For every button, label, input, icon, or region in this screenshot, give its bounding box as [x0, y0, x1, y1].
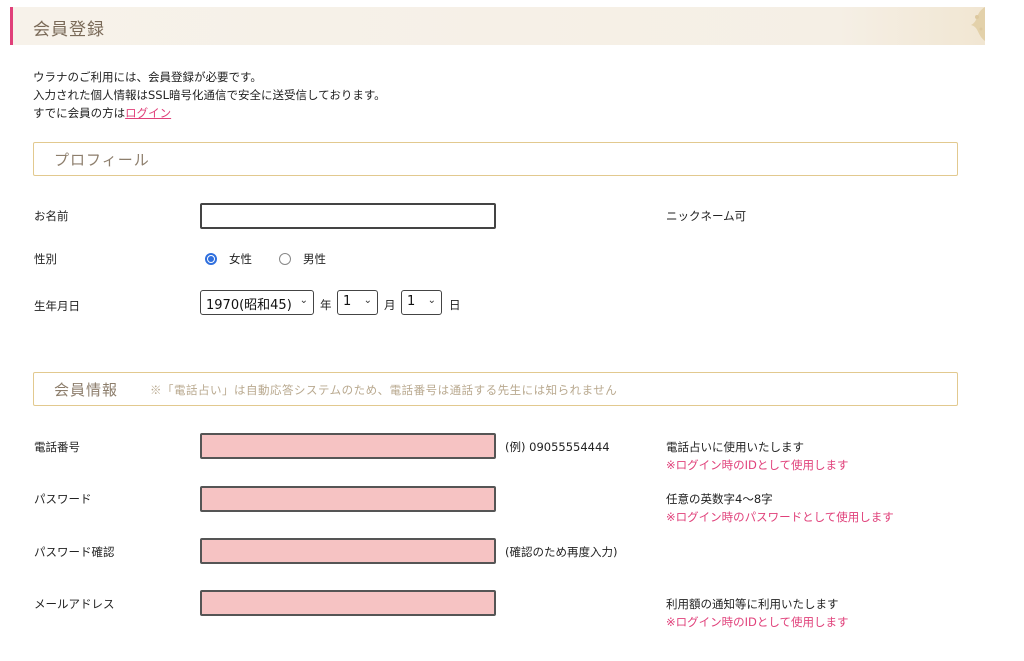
- password-confirm-label: パスワード確認: [34, 545, 115, 559]
- email-note: 利用額の通知等に利用いたします ※ログイン時のIDとして使用します: [666, 595, 849, 631]
- email-note-main: 利用額の通知等に利用いたします: [666, 597, 839, 611]
- year-unit: 年: [320, 298, 332, 312]
- phone-input[interactable]: [200, 433, 496, 459]
- name-input[interactable]: [200, 203, 496, 229]
- phone-note-main: 電話占いに使用いたします: [666, 440, 804, 454]
- birth-month-select[interactable]: 1 ⌄: [337, 290, 378, 315]
- intro-line-1: ウラナのご利用には、会員登録が必要です。: [33, 70, 262, 84]
- birth-day-select[interactable]: 1 ⌄: [401, 290, 442, 315]
- password-note-pink: ※ログイン時のパスワードとして使用します: [666, 510, 894, 524]
- password-label: パスワード: [34, 492, 92, 506]
- member-section-title: 会員情報: [54, 381, 119, 399]
- chevron-down-icon: ⌄: [427, 295, 436, 306]
- page-title: 会員登録: [33, 20, 105, 40]
- name-label: お名前: [34, 209, 69, 223]
- phone-note-pink: ※ログイン時のIDとして使用します: [666, 458, 849, 472]
- gender-female-radio[interactable]: [205, 253, 217, 265]
- profile-section-title: プロフィール: [54, 151, 150, 169]
- profile-section-header: プロフィール: [33, 142, 958, 176]
- month-unit: 月: [384, 298, 396, 312]
- gender-label: 性別: [34, 252, 57, 266]
- email-input[interactable]: [200, 590, 496, 616]
- ornament-decoration: [971, 7, 985, 41]
- phone-note: 電話占いに使用いたします ※ログイン時のIDとして使用します: [666, 438, 849, 474]
- password-input[interactable]: [200, 486, 496, 512]
- page-header: 会員登録: [10, 7, 985, 45]
- phone-label: 電話番号: [34, 440, 80, 454]
- birth-year-select[interactable]: 1970(昭和45) ⌄: [200, 290, 314, 315]
- member-section-note: ※「電話占い」は自動応答システムのため、電話番号は通話する先生には知られません: [150, 383, 618, 397]
- chevron-down-icon: ⌄: [363, 295, 372, 306]
- chevron-down-icon: ⌄: [299, 295, 308, 306]
- password-confirm-hint: (確認のため再度入力): [505, 545, 618, 559]
- intro-line-3: すでに会員の方はログイン: [33, 104, 386, 122]
- birthday-label: 生年月日: [34, 299, 80, 313]
- password-note: 任意の英数字4〜8字 ※ログイン時のパスワードとして使用します: [666, 490, 894, 526]
- member-section-header: 会員情報 ※「電話占い」は自動応答システムのため、電話番号は通話する先生には知ら…: [33, 372, 958, 406]
- birth-day-value: 1: [407, 294, 416, 309]
- day-unit: 日: [449, 298, 461, 312]
- intro-text: ウラナのご利用には、会員登録が必要です。 入力された個人情報はSSL暗号化通信で…: [33, 68, 386, 122]
- name-note: ニックネーム可: [666, 209, 747, 223]
- login-link[interactable]: ログイン: [125, 106, 171, 120]
- gender-female-label[interactable]: 女性: [229, 251, 252, 267]
- phone-example: (例) 09055554444: [505, 440, 610, 454]
- birth-year-value: 1970(昭和45): [206, 298, 292, 313]
- birth-month-value: 1: [343, 294, 352, 309]
- intro-line-2: 入力された個人情報はSSL暗号化通信で安全に送受信しております。: [33, 88, 386, 102]
- intro-line-3-prefix: すでに会員の方は: [33, 106, 126, 120]
- gender-male-radio[interactable]: [279, 253, 291, 265]
- email-label: メールアドレス: [34, 597, 115, 611]
- password-confirm-input[interactable]: [200, 538, 496, 564]
- gender-male-label[interactable]: 男性: [303, 251, 326, 267]
- password-note-main: 任意の英数字4〜8字: [666, 492, 773, 506]
- email-note-pink: ※ログイン時のIDとして使用します: [666, 615, 849, 629]
